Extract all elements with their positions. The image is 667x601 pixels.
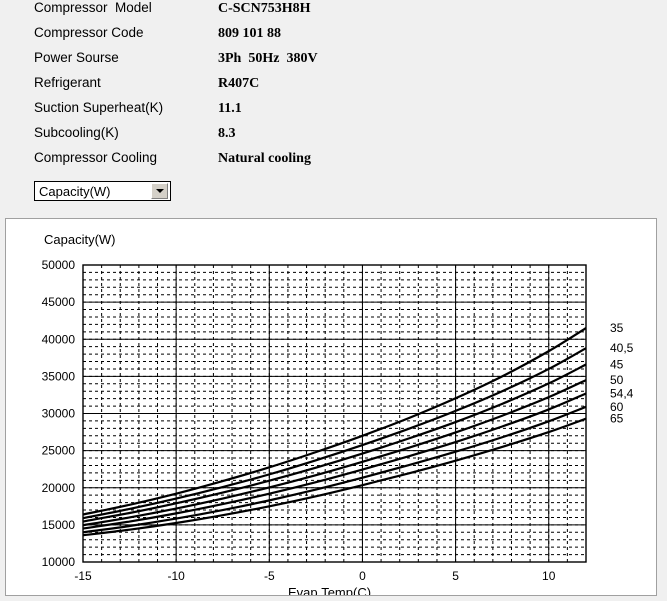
legend: 3540,5455054,46065	[610, 321, 634, 426]
spec-value: 11.1	[218, 101, 242, 116]
spec-row: Power Sourse 3Ph 50Hz 380V	[0, 50, 667, 75]
spec-value: Natural cooling	[218, 151, 311, 166]
spec-value: C-SCN753H8H	[218, 1, 311, 16]
svg-text:40000: 40000	[42, 332, 76, 346]
chart-type-select[interactable]: Capacity(W)	[34, 181, 171, 201]
spec-row: Compressor Cooling Natural cooling	[0, 150, 667, 175]
spec-label: Compressor Model	[34, 0, 152, 15]
spec-label: Suction Superheat(K)	[34, 100, 164, 115]
legend-label-54,4: 54,4	[610, 386, 634, 400]
svg-text:20000: 20000	[42, 481, 76, 495]
spec-row: Compressor Code 809 101 88	[0, 25, 667, 50]
spec-value: 8.3	[218, 126, 236, 141]
svg-text:-10: -10	[167, 569, 185, 583]
svg-text:0: 0	[359, 569, 366, 583]
data-series-group	[82, 327, 587, 537]
svg-text:15000: 15000	[42, 518, 76, 532]
svg-text:45000: 45000	[42, 295, 76, 309]
compressor-spec-table: Compressor Model C-SCN753H8H Compressor …	[0, 0, 667, 175]
spec-value: R407C	[218, 76, 260, 91]
spec-row: Compressor Model C-SCN753H8H	[0, 0, 667, 25]
spec-label: Power Sourse	[34, 50, 119, 65]
capacity-chart: 10000 15000 20000 25000 30000 35000 40000 45000…	[42, 232, 634, 595]
svg-text:30000: 30000	[42, 407, 76, 421]
svg-text:10: 10	[542, 569, 556, 583]
legend-label-50: 50	[610, 373, 624, 387]
spec-value: 809 101 88	[218, 26, 281, 41]
svg-text:-15: -15	[74, 569, 92, 583]
svg-text:10000: 10000	[42, 555, 76, 569]
y-axis-title: Capacity(W)	[44, 232, 116, 247]
spec-label: Refrigerant	[34, 75, 101, 90]
chart-type-select-value: Capacity(W)	[39, 183, 111, 199]
legend-label-45: 45	[610, 357, 624, 371]
legend-label-40,5: 40,5	[610, 341, 634, 355]
svg-text:-5: -5	[264, 569, 275, 583]
x-axis-title: Evap.Temp(C)	[288, 585, 371, 595]
legend-label-35: 35	[610, 321, 624, 335]
chart-panel: 10000 15000 20000 25000 30000 35000 40000 45000…	[5, 218, 657, 596]
svg-text:25000: 25000	[42, 444, 76, 458]
svg-text:50000: 50000	[42, 258, 76, 272]
svg-text:5: 5	[452, 569, 459, 583]
spec-label: Compressor Cooling	[34, 150, 158, 165]
spec-label: Compressor Code	[34, 25, 144, 40]
legend-label-65: 65	[610, 412, 624, 426]
spec-label: Subcooling(K)	[34, 125, 119, 140]
spec-row: Refrigerant R407C	[0, 75, 667, 100]
y-axis-tick-labels: 10000 15000 20000 25000 30000 35000 40000 45000…	[42, 258, 76, 569]
svg-text:35000: 35000	[42, 369, 76, 383]
chevron-down-icon[interactable]	[151, 183, 168, 199]
spec-row: Subcooling(K) 8.3	[0, 125, 667, 150]
spec-row: Suction Superheat(K) 11.1	[0, 100, 667, 125]
x-axis-tick-labels: -15 -10 -5 0 5 10	[74, 569, 555, 583]
spec-value: 3Ph 50Hz 380V	[218, 51, 318, 66]
